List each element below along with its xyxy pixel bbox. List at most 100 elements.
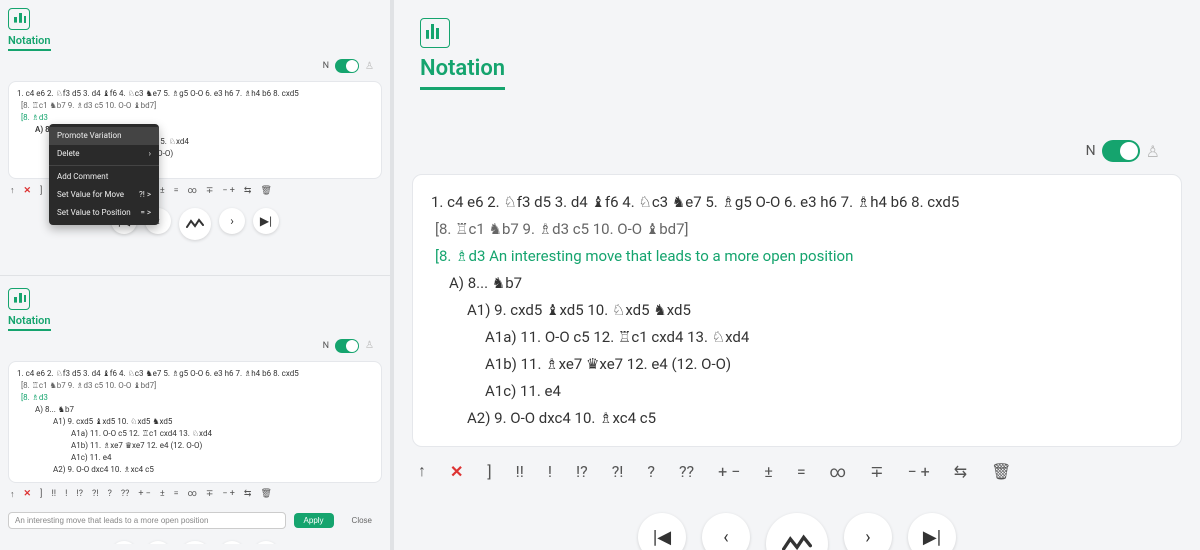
anno-whiteplus[interactable]: ± [160, 186, 165, 196]
variation-a1a[interactable]: A1a) 11. O-O c5 12. ♖c1 cxd4 13. ♘xd4 [17, 428, 373, 440]
anno-dubious[interactable]: ?! [612, 462, 624, 481]
anno-up-icon[interactable]: ↑ [10, 489, 15, 500]
nav-next-button[interactable]: › [219, 541, 245, 545]
nav-controls: |◀ ‹ › ▶| [412, 495, 1182, 550]
anno-unclear[interactable]: ∞ [188, 186, 197, 196]
anno-swap-icon[interactable]: ⇆ [244, 489, 252, 499]
wave-icon [186, 218, 204, 230]
anno-good[interactable]: ! [548, 462, 552, 481]
anno-blunder[interactable]: ?? [121, 489, 130, 499]
annotation-toolbar: ↑ ✕ ] !! ! !? ?! ? ?? + − ± = ∞ ∓ − + ⇆ … [0, 483, 390, 506]
anno-equal[interactable]: = [797, 462, 806, 481]
anno-unclear[interactable]: ∞ [830, 462, 846, 481]
pawn-icon: ♙ [365, 340, 374, 351]
anno-dubious[interactable]: ?! [92, 489, 99, 499]
variation-a1c[interactable]: A1c) 11. e4 [17, 452, 373, 464]
nav-analyze-button[interactable] [179, 208, 211, 240]
nav-analyze-button[interactable] [766, 513, 828, 550]
variation-a1c[interactable]: A1c) 11. e4 [431, 378, 1163, 405]
anno-unclear[interactable]: ∞ [188, 489, 197, 499]
subvariation-2[interactable]: [8. ♗d3 An interesting move that leads t… [431, 243, 1163, 270]
anno-blackplus[interactable]: ∓ [870, 462, 883, 481]
anno-interesting[interactable]: !? [76, 489, 83, 499]
close-button[interactable]: Close [342, 513, 382, 528]
subvariation-1[interactable]: [8. ♖c1 ♞b7 9. ♗d3 c5 10. O-O ♝bd7] [431, 216, 1163, 243]
nav-next-button[interactable]: › [219, 208, 245, 234]
anno-bracket[interactable]: ] [40, 186, 42, 196]
anno-good[interactable]: ! [65, 489, 67, 499]
anno-minusplus[interactable]: − + [222, 489, 235, 499]
anno-mistake[interactable]: ? [647, 462, 655, 481]
anno-bracket[interactable]: ] [487, 462, 491, 481]
mainline[interactable]: 1. c4 e6 2. ♘f3 d5 3. d4 ♝f6 4. ♘c3 ♞e7 … [17, 368, 373, 380]
anno-bracket[interactable]: ] [40, 489, 42, 499]
nav-last-button[interactable]: ▶| [253, 208, 279, 234]
notation-toggle[interactable] [335, 59, 359, 73]
variation-a2[interactable]: A2) 9. O-O dxc4 10. ♗xc4 c5 [17, 464, 373, 476]
subvariation-2[interactable]: [8. ♗d3 [17, 112, 373, 124]
anno-trash-icon[interactable]: 🗑 [991, 462, 1011, 481]
ctx-add-comment[interactable]: Add Comment [49, 168, 159, 186]
anno-up-icon[interactable]: ↑ [10, 185, 15, 196]
anno-blackplus[interactable]: ∓ [206, 186, 214, 196]
anno-trash-icon[interactable]: 🗑 [260, 186, 271, 196]
variation-a1[interactable]: A1) 9. cxd5 ♝xd5 10. ♘xd5 ♞xd5 [17, 416, 373, 428]
anno-delete-icon[interactable]: ✕ [24, 489, 32, 499]
anno-mistake[interactable]: ? [108, 489, 112, 499]
notation-toggle[interactable] [335, 339, 359, 353]
nav-prev-button[interactable]: ‹ [145, 541, 171, 545]
ctx-promote-variation[interactable]: Promote Variation [49, 127, 159, 145]
anno-blunder[interactable]: ?? [679, 462, 694, 481]
anno-swap-icon[interactable]: ⇆ [954, 462, 967, 481]
subvariation-2[interactable]: [8. ♗d3 [17, 392, 373, 404]
anno-up-icon[interactable]: ↑ [418, 461, 426, 481]
ctx-set-value-position[interactable]: Set Value to Position= > [49, 204, 159, 222]
ctx-set-value-move[interactable]: Set Value for Move?! > [49, 186, 159, 204]
nav-next-button[interactable]: › [844, 513, 892, 550]
mainline[interactable]: 1. c4 e6 2. ♘f3 d5 3. d4 ♝f6 4. ♘c3 ♞e7 … [431, 189, 1163, 216]
variation-a1b[interactable]: A1b) 11. ♗xe7 ♛xe7 12. e4 (12. O-O) [17, 440, 373, 452]
anno-interesting[interactable]: !? [576, 462, 588, 481]
apply-button[interactable]: Apply [294, 513, 334, 528]
nav-last-button[interactable]: ▶| [253, 541, 279, 545]
anno-delete-icon[interactable]: ✕ [24, 186, 32, 196]
anno-brilliant[interactable]: !! [51, 489, 56, 499]
anno-equal[interactable]: = [174, 186, 179, 196]
anno-blackplus[interactable]: ∓ [206, 489, 214, 499]
variation-a1a[interactable]: A1a) 11. O-O c5 12. ♖c1 cxd4 13. ♘xd4 [431, 324, 1163, 351]
anno-brilliant[interactable]: !! [516, 462, 524, 481]
variation-a1[interactable]: A1) 9. cxd5 ♝xd5 10. ♘xd5 ♞xd5 [431, 297, 1163, 324]
subvariation-1[interactable]: [8. ♖c1 ♞b7 9. ♗d3 c5 10. O-O ♝bd7] [17, 380, 373, 392]
anno-minusplus[interactable]: − + [908, 462, 930, 481]
nav-first-button[interactable]: |◀ [111, 541, 137, 545]
notation-title: Notation [8, 34, 51, 51]
nav-last-button[interactable]: ▶| [908, 513, 956, 550]
wave-icon [782, 534, 812, 550]
anno-trash-icon[interactable]: 🗑 [260, 489, 271, 499]
variation-a1b[interactable]: A1b) 11. ♗xe7 ♛xe7 12. e4 (12. O-O) [431, 351, 1163, 378]
variation-a2[interactable]: A2) 9. O-O dxc4 10. ♗xc4 c5 [431, 405, 1163, 432]
nav-analyze-button[interactable] [179, 541, 211, 545]
comment-input[interactable] [8, 512, 286, 529]
anno-swap-icon[interactable]: ⇆ [244, 186, 252, 196]
annotation-toolbar: ↑ ✕ ] !! ! !? ?! ? ?? + − ± = ∞ ∓ − + ⇆ … [412, 447, 1182, 495]
anno-equal[interactable]: = [174, 489, 179, 499]
anno-plusminus[interactable]: + − [718, 462, 740, 481]
anno-plusminus[interactable]: + − [138, 489, 151, 499]
anno-minusplus[interactable]: − + [222, 186, 235, 196]
nav-first-button[interactable]: |◀ [638, 513, 686, 550]
comment-editor: Apply Close [8, 512, 382, 529]
small-panel-comment: Notation N ♙ 1. c4 e6 2. ♘f3 d5 3. d4 ♝f… [0, 286, 390, 545]
variation-a[interactable]: A) 8... ♞b7 [431, 270, 1163, 297]
nav-prev-button[interactable]: ‹ [702, 513, 750, 550]
anno-delete-icon[interactable]: ✕ [450, 462, 463, 481]
subvariation-1[interactable]: [8. ♖c1 ♞b7 9. ♗d3 c5 10. O-O ♝bd7] [17, 100, 373, 112]
ctx-delete[interactable]: Delete› [49, 145, 159, 163]
anno-whiteplus[interactable]: ± [764, 462, 773, 481]
mainline[interactable]: 1. c4 e6 2. ♘f3 d5 3. d4 ♝f6 4. ♘c3 ♞e7 … [17, 88, 373, 100]
toggle-label: N [323, 341, 329, 351]
notation-area: 1. c4 e6 2. ♘f3 d5 3. d4 ♝f6 4. ♘c3 ♞e7 … [412, 174, 1182, 447]
variation-a[interactable]: A) 8... ♞b7 [17, 404, 373, 416]
notation-toggle[interactable] [1102, 140, 1140, 162]
anno-whiteplus[interactable]: ± [160, 489, 165, 499]
